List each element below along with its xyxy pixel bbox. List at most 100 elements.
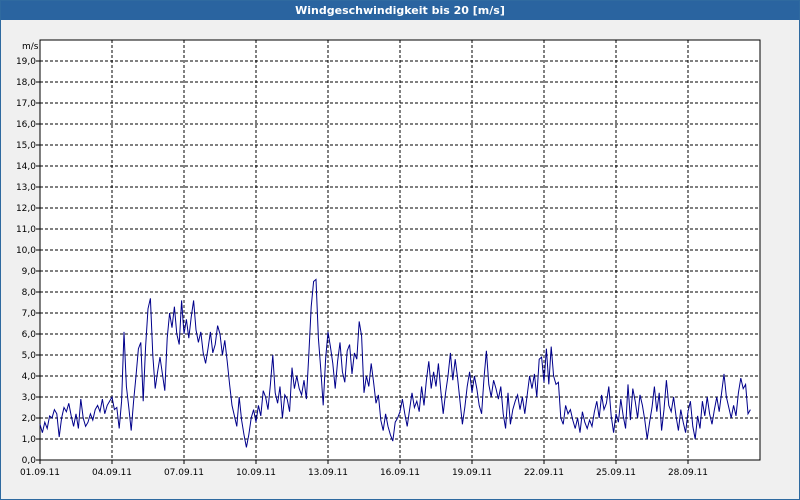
data-point <box>591 426 592 427</box>
data-point <box>402 399 403 400</box>
data-point <box>716 396 717 397</box>
data-point <box>735 415 736 416</box>
data-point <box>80 399 81 400</box>
data-point <box>251 417 252 418</box>
data-point <box>385 413 386 414</box>
data-point <box>740 378 741 379</box>
data-point <box>579 432 580 433</box>
data-point <box>483 378 484 379</box>
x-axis-ticks: 01.09.11 04.09.11 07.09.11 10.09.11 13.09.11… <box>20 460 708 478</box>
data-point <box>320 369 321 370</box>
data-point <box>270 384 271 385</box>
data-point <box>42 432 43 433</box>
data-point <box>577 417 578 418</box>
y-axis-unit-label: m/s <box>22 42 39 52</box>
data-point <box>210 331 211 332</box>
data-point <box>632 388 633 389</box>
data-point <box>179 344 180 345</box>
data-point <box>135 375 136 376</box>
data-point <box>524 413 525 414</box>
data-point <box>176 333 177 334</box>
data-point <box>73 426 74 427</box>
data-point <box>95 409 96 410</box>
data-point <box>541 357 542 358</box>
y-tick-label: 14,0 <box>16 162 36 172</box>
data-point <box>683 422 684 423</box>
data-point <box>236 426 237 427</box>
data-point <box>126 386 127 387</box>
data-point <box>109 401 110 402</box>
y-tick-label: 10,0 <box>16 246 36 256</box>
data-point <box>258 405 259 406</box>
data-point <box>68 403 69 404</box>
data-point <box>479 405 480 406</box>
data-point <box>714 409 715 410</box>
data-point <box>486 350 487 351</box>
data-point <box>704 415 705 416</box>
data-point <box>263 390 264 391</box>
y-tick-label: 17,0 <box>16 99 36 109</box>
data-point <box>675 415 676 416</box>
data-point <box>92 420 93 421</box>
data-point <box>596 401 597 402</box>
data-point <box>56 413 57 414</box>
data-point <box>363 392 364 393</box>
data-point <box>649 422 650 423</box>
data-point <box>435 386 436 387</box>
data-point <box>515 401 516 402</box>
data-point <box>224 340 225 341</box>
data-point <box>371 363 372 364</box>
data-point <box>531 388 532 389</box>
data-point <box>642 405 643 406</box>
data-point <box>99 411 100 412</box>
data-point <box>601 394 602 395</box>
data-point <box>723 373 724 374</box>
data-point <box>234 415 235 416</box>
data-point <box>481 413 482 414</box>
data-point <box>159 357 160 358</box>
data-point <box>522 396 523 397</box>
data-point <box>726 396 727 397</box>
data-point <box>368 386 369 387</box>
data-point <box>294 388 295 389</box>
data-point <box>630 420 631 421</box>
data-point <box>275 392 276 393</box>
y-tick-label: 9,0 <box>22 267 37 277</box>
data-point <box>608 386 609 387</box>
data-point <box>188 338 189 339</box>
data-point <box>253 409 254 410</box>
x-tick-label: 13.09.11 <box>308 468 348 478</box>
data-point <box>697 415 698 416</box>
data-point <box>738 392 739 393</box>
data-point <box>119 428 120 429</box>
data-point <box>330 346 331 347</box>
y-tick-label: 18,0 <box>16 78 36 88</box>
data-point <box>695 438 696 439</box>
data-point <box>303 380 304 381</box>
data-point <box>426 380 427 381</box>
data-point <box>191 317 192 318</box>
data-point <box>335 388 336 389</box>
data-point <box>296 375 297 376</box>
data-point <box>570 409 571 410</box>
data-point <box>342 371 343 372</box>
data-point <box>599 417 600 418</box>
data-point <box>255 422 256 423</box>
data-point <box>589 420 590 421</box>
x-tick-label: 16.09.11 <box>380 468 420 478</box>
data-point <box>198 342 199 343</box>
data-point <box>433 371 434 372</box>
data-point <box>517 394 518 395</box>
data-point <box>140 342 141 343</box>
data-point <box>145 346 146 347</box>
data-point <box>212 352 213 353</box>
data-point <box>313 281 314 282</box>
data-point <box>282 417 283 418</box>
data-point <box>147 308 148 309</box>
data-point <box>745 384 746 385</box>
data-point <box>666 380 667 381</box>
data-point <box>167 338 168 339</box>
data-point <box>344 382 345 383</box>
data-point <box>121 401 122 402</box>
data-point <box>222 354 223 355</box>
